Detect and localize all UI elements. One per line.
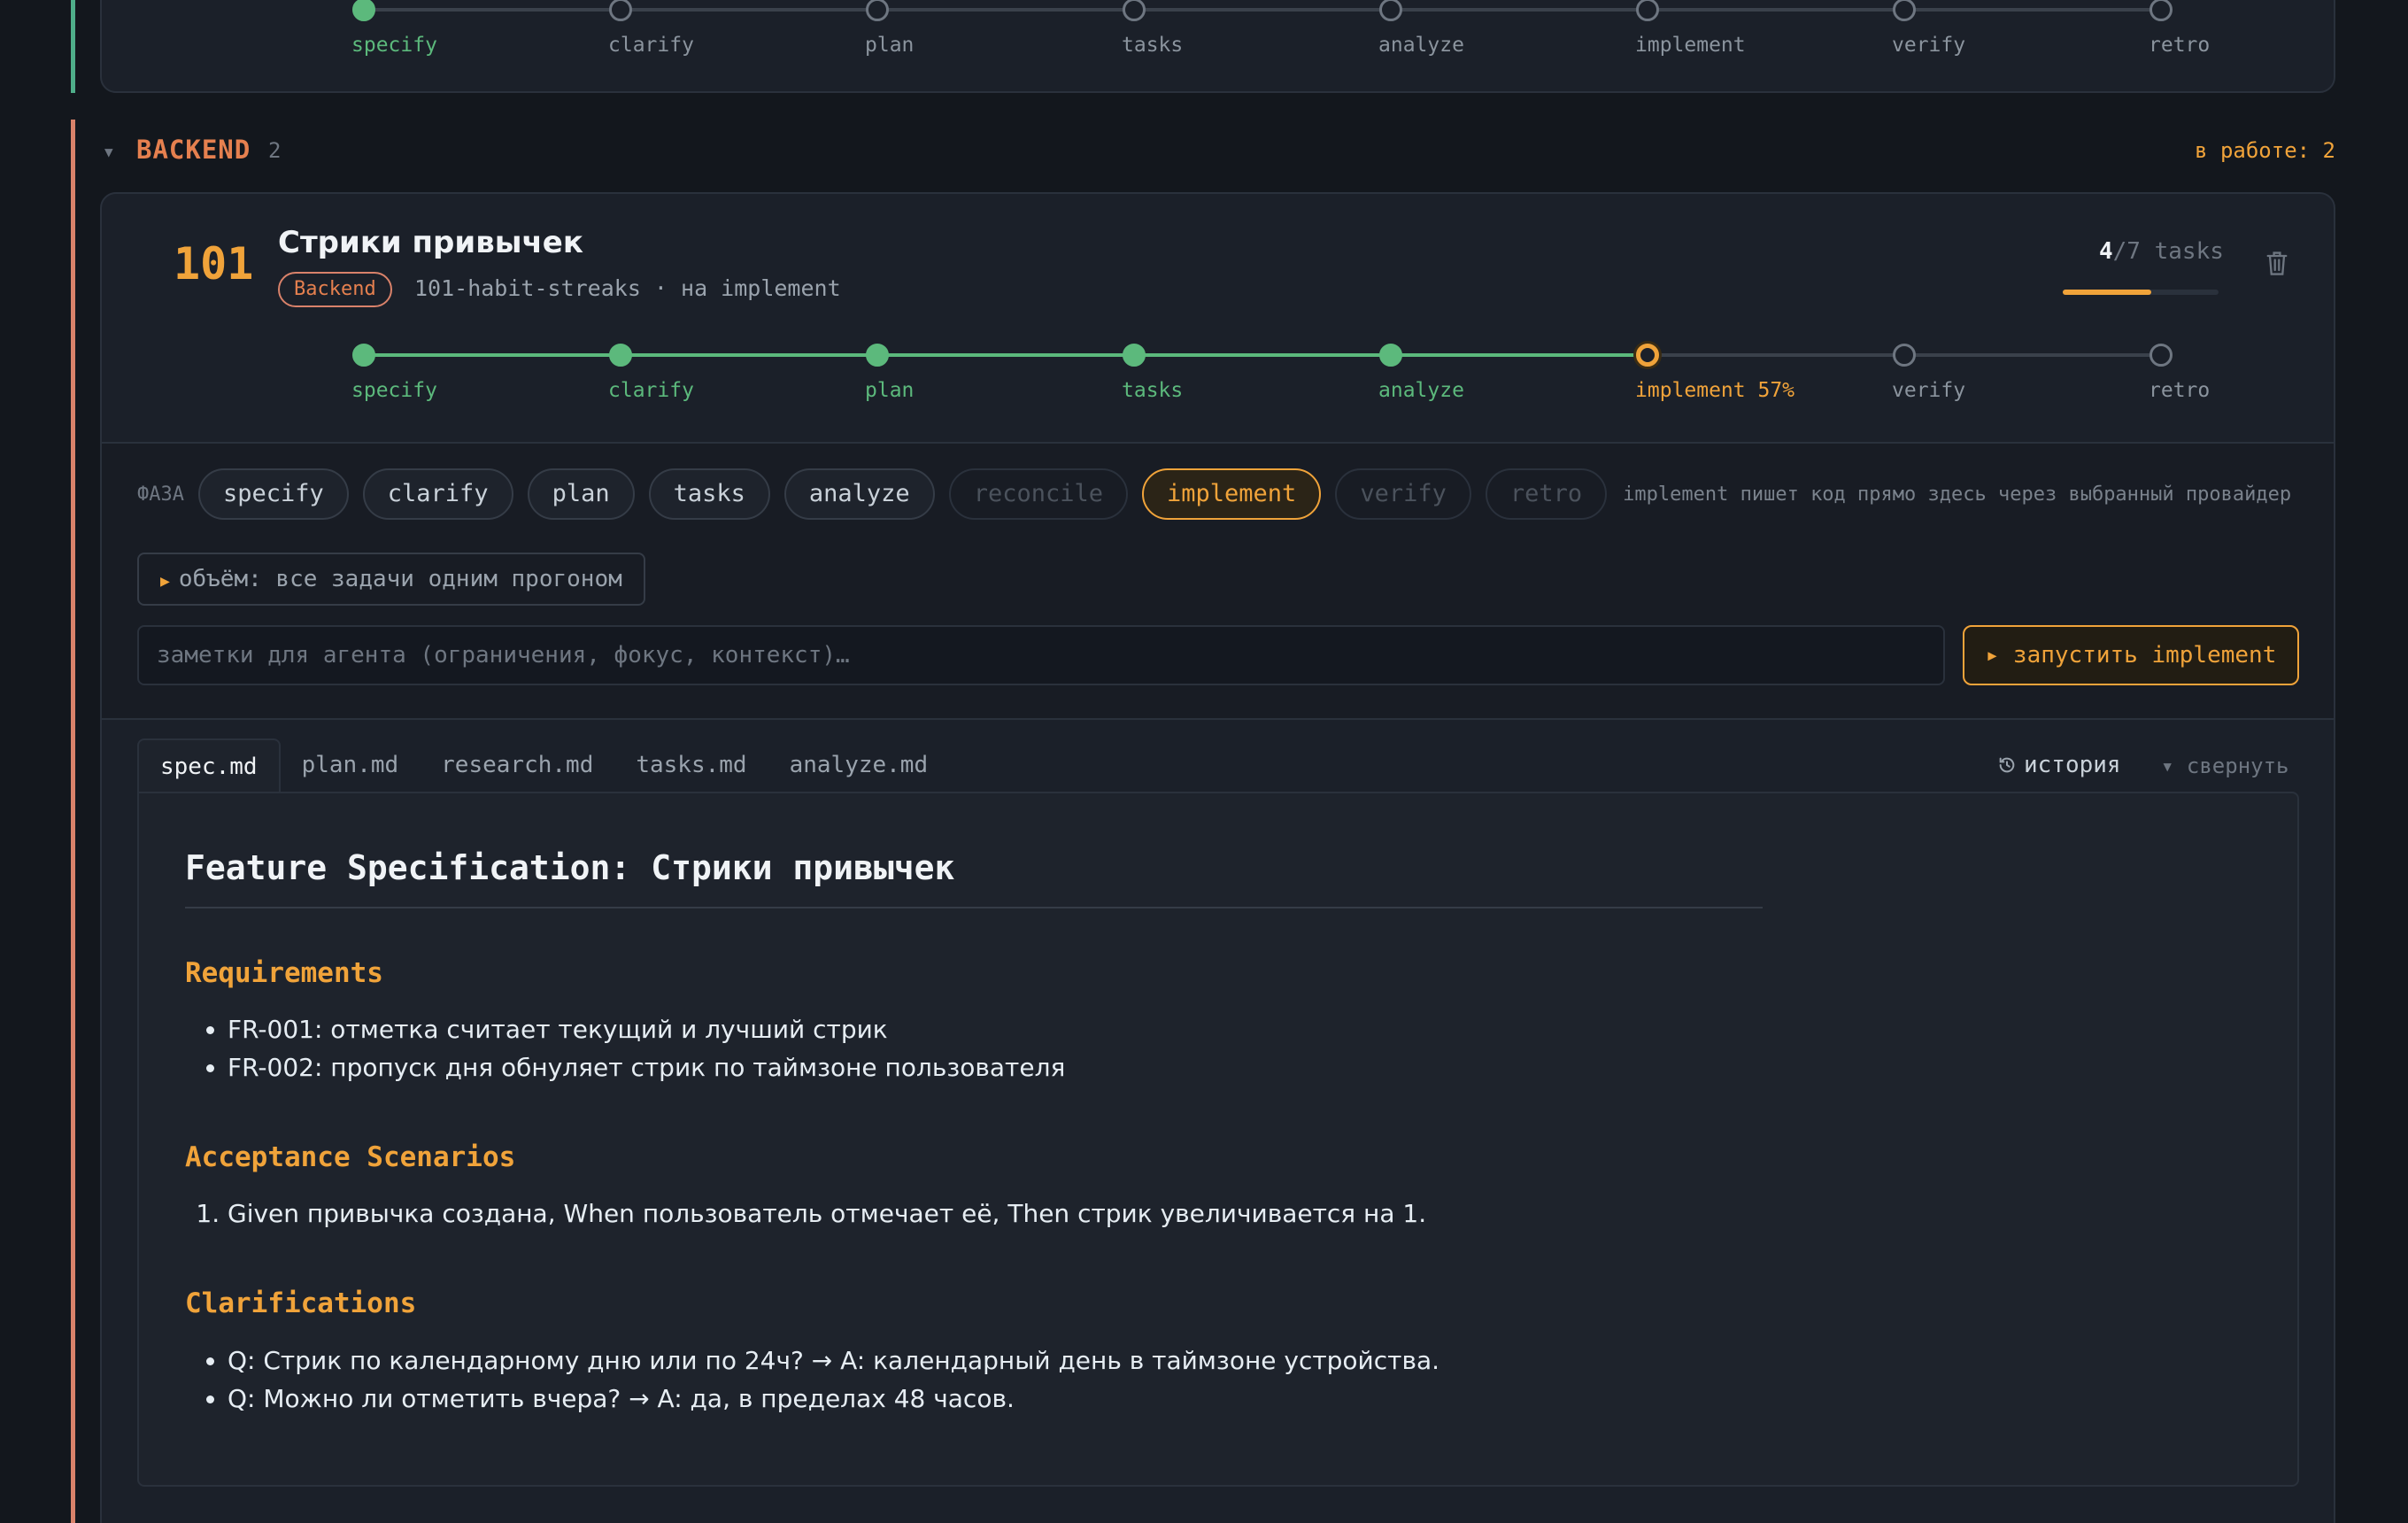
feature-meta: 101-habit-streaks · на implement: [414, 275, 841, 301]
step-dot-icon: [1636, 0, 1659, 21]
expand-triangle-icon: ▶: [160, 572, 170, 591]
collapse-button[interactable]: ▾ свернуть: [2161, 754, 2289, 778]
list-item: Q: Стрик по календарному дню или по 24ч?…: [228, 1341, 1439, 1380]
step-label: verify: [1892, 34, 1966, 57]
history-label: история: [2024, 752, 2121, 778]
tasks-progress-fill: [2063, 290, 2152, 295]
phase-chip-verify: verify: [1335, 468, 1471, 520]
previous-feature-card: specify clarify plan tasks analyze implement v…: [100, 0, 2335, 93]
step-label: tasks: [1122, 379, 1184, 402]
phase-chip-retro: retro: [1485, 468, 1608, 520]
run-implement-button[interactable]: ▸ запустить implement: [1963, 625, 2299, 685]
track-line-done: [364, 353, 1648, 357]
acceptance-heading: Acceptance Scenarios: [185, 1141, 516, 1173]
requirements-list: FR-001: отметка считает текущий и лучший…: [210, 1010, 1065, 1086]
agent-notes-input[interactable]: [137, 625, 1945, 685]
phase-label: ФАЗА: [137, 483, 184, 506]
phase-chip-implement[interactable]: implement: [1142, 468, 1322, 520]
history-icon: [1999, 757, 2015, 773]
phase-chip-analyze[interactable]: analyze: [783, 468, 935, 520]
step-dot-icon: [1636, 344, 1659, 367]
tab-spec-md[interactable]: spec.md: [137, 738, 281, 793]
step-dot-icon: [1379, 0, 1402, 21]
tab-research-md[interactable]: research.md: [420, 738, 614, 793]
step-label: analyze: [1378, 34, 1464, 57]
step-dot-icon: [609, 344, 632, 367]
divider: [102, 442, 2334, 444]
step-label: plan: [865, 34, 915, 57]
list-item: FR-002: пропуск дня обнуляет стрик по та…: [228, 1048, 1065, 1086]
phase-chip-reconcile: reconcile: [948, 468, 1128, 520]
backend-accent-stripe: [71, 120, 75, 1523]
step-label: implement 57%: [1635, 379, 1795, 402]
step-label: implement: [1635, 34, 1746, 57]
list-item: Q: Можно ли отметить вчера? → A: да, в п…: [228, 1380, 1439, 1418]
phase-chip-tasks[interactable]: tasks: [648, 468, 770, 520]
step-label: clarify: [608, 379, 694, 402]
feature-title[interactable]: Стрики привычек: [278, 225, 583, 260]
step-label: specify: [351, 34, 437, 57]
acceptance-list: Given привычка создана, When пользовател…: [210, 1194, 1426, 1233]
step-label: verify: [1892, 379, 1966, 402]
phase-selector: ФАЗА specify clarify plan tasks analyze recon…: [137, 468, 2291, 521]
scope-label: объём: все задачи одним прогоном: [178, 566, 622, 592]
group-name: BACKEND: [136, 135, 251, 165]
tasks-progress-bar: [2063, 290, 2219, 295]
step-label: specify: [351, 379, 437, 402]
step-label: clarify: [608, 34, 694, 57]
step-dot-icon: [866, 344, 889, 367]
step-dot-icon: [1893, 344, 1916, 367]
step-dot-icon: [1123, 344, 1146, 367]
tab-tasks-md[interactable]: tasks.md: [614, 738, 768, 793]
phase-chip-clarify[interactable]: clarify: [362, 468, 513, 520]
scope-toggle[interactable]: ▶ объём: все задачи одним прогоном: [137, 553, 645, 606]
group-accent-stripe: [71, 0, 75, 93]
group-header[interactable]: ▼ BACKEND 2 в работе: 2: [104, 133, 2335, 168]
tab-plan-md[interactable]: plan.md: [281, 738, 421, 793]
tasks-done: 4: [2099, 238, 2113, 265]
list-item: Given привычка создана, When пользовател…: [228, 1194, 1426, 1233]
group-status: в работе: 2: [2195, 138, 2335, 163]
feature-tag: Backend: [278, 272, 392, 307]
step-label: tasks: [1122, 34, 1184, 57]
step-dot-icon: [352, 0, 375, 21]
list-item: FR-001: отметка считает текущий и лучший…: [228, 1010, 1065, 1048]
step-label: retro: [2149, 379, 2211, 402]
phase-chip-plan[interactable]: plan: [527, 468, 635, 520]
collapse-caret-icon[interactable]: ▼: [104, 143, 113, 160]
tasks-count: 4/7 tasks: [2099, 238, 2224, 265]
step-label: retro: [2149, 34, 2211, 57]
tab-analyze-md[interactable]: analyze.md: [768, 738, 950, 793]
tasks-total: /7 tasks: [2112, 238, 2224, 265]
step-dot-icon: [609, 0, 632, 21]
doc-title: Feature Specification: Стрики привычек: [185, 848, 1763, 908]
clarifications-list: Q: Стрик по календарному дню или по 24ч?…: [210, 1341, 1439, 1418]
track-line: [364, 8, 2161, 12]
step-dot-icon: [2149, 344, 2173, 367]
phase-hint: implement пишет код прямо здесь через вы…: [1623, 483, 2292, 506]
step-label: analyze: [1378, 379, 1464, 402]
trash-icon[interactable]: [2265, 249, 2289, 277]
phase-progress-track: specify clarify plan tasks analyze implement v…: [351, 0, 2210, 57]
phase-chip-specify[interactable]: specify: [197, 468, 349, 520]
file-tabs: spec.md plan.md research.md tasks.md analyze…: [137, 738, 949, 793]
step-dot-icon: [1379, 344, 1402, 367]
requirements-heading: Requirements: [185, 957, 383, 989]
history-button[interactable]: история: [1997, 752, 2121, 778]
feature-card: 101 Стрики привычек Backend 101-habit-st…: [100, 192, 2335, 1523]
group-count: 2: [268, 138, 282, 163]
divider: [102, 718, 2334, 720]
step-label: plan: [865, 379, 915, 402]
step-dot-icon: [352, 344, 375, 367]
step-dot-icon: [866, 0, 889, 21]
step-dot-icon: [1123, 0, 1146, 21]
phase-progress-track: specify clarify plan tasks analyze implement …: [351, 344, 2210, 402]
markdown-preview: Feature Specification: Стрики привычек R…: [137, 792, 2299, 1487]
step-dot-icon: [2149, 0, 2173, 21]
feature-number: 101: [174, 238, 254, 290]
clarifications-heading: Clarifications: [185, 1287, 417, 1319]
step-dot-icon: [1893, 0, 1916, 21]
